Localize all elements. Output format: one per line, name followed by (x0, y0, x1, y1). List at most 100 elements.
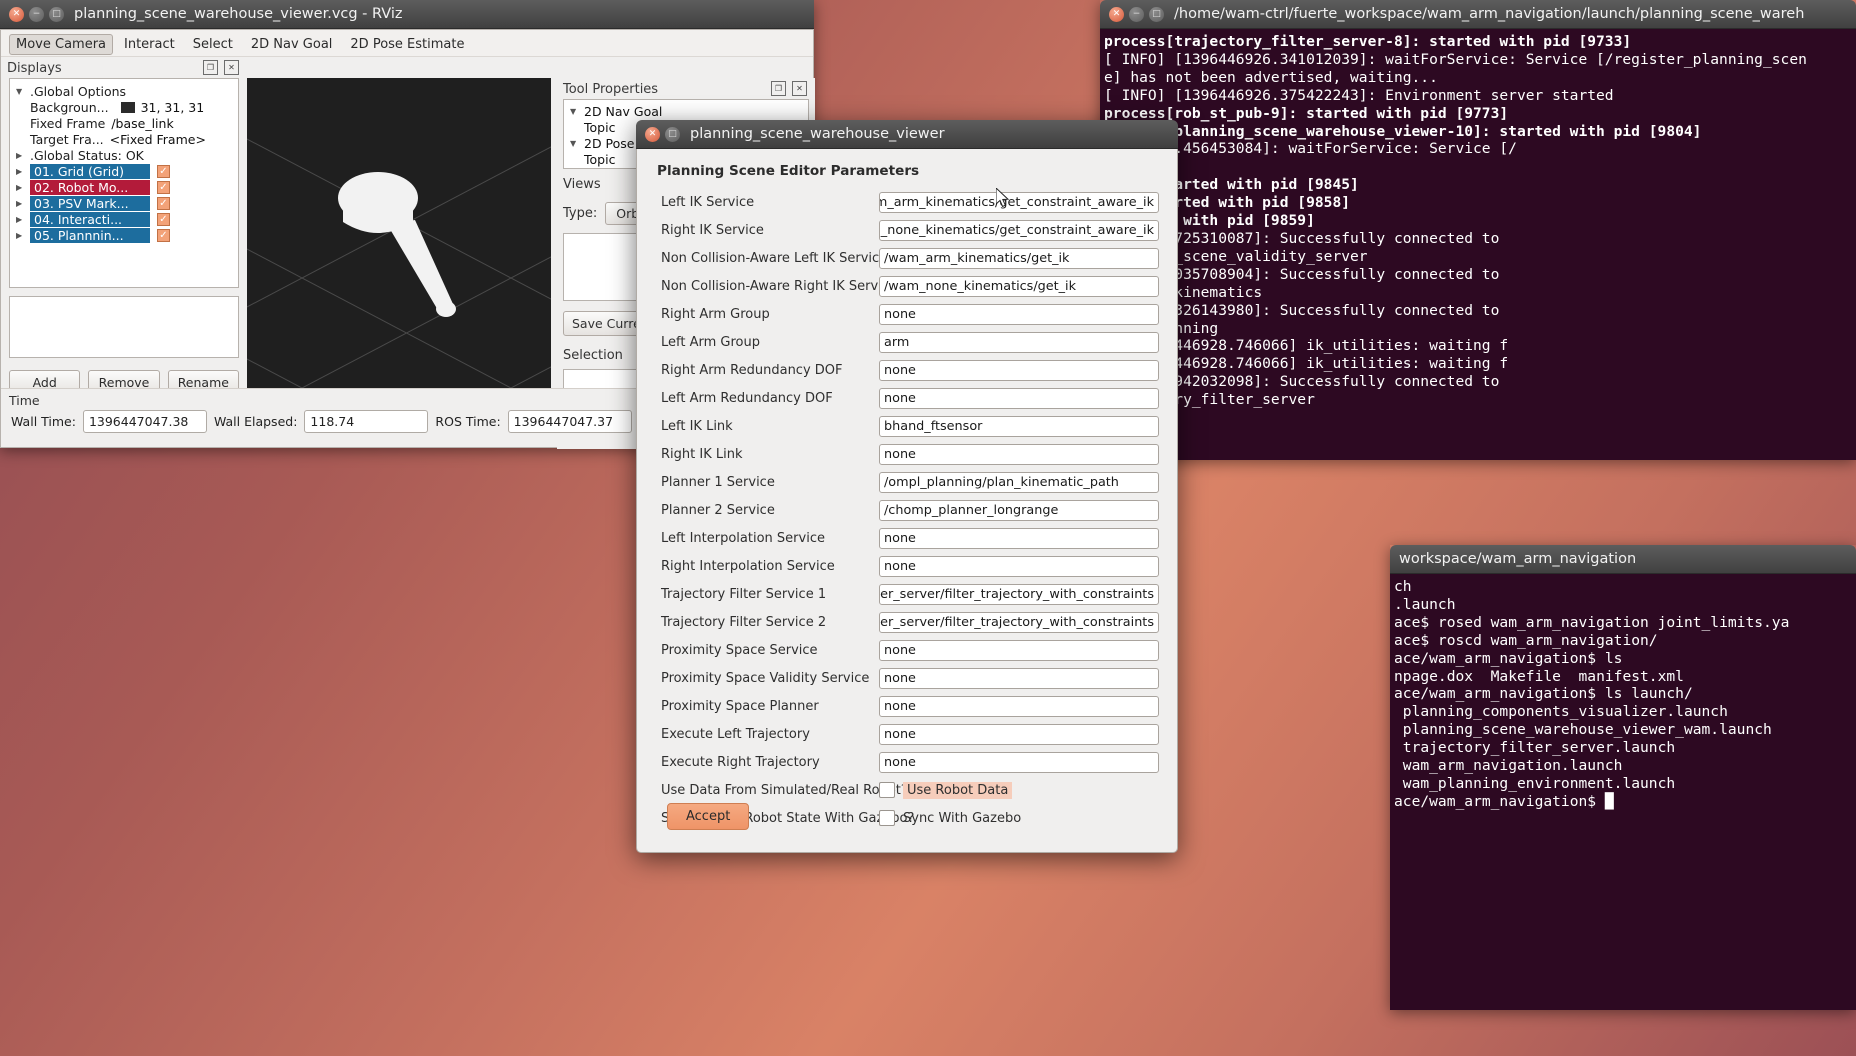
dialog-window-buttons: ✕ □ (645, 127, 680, 142)
expand-arrow-icon[interactable] (16, 87, 30, 96)
close-icon[interactable]: ✕ (645, 127, 660, 142)
tree-row[interactable]: 04. Interacti... ✓ (10, 211, 238, 227)
tool-2d-nav-goal[interactable]: 2D Nav Goal (244, 34, 340, 55)
dialog-body: Planning Scene Editor Parameters Left IK… (636, 149, 1178, 853)
tree-row[interactable]: .Global Options (10, 83, 238, 99)
minimize-icon[interactable]: − (29, 7, 44, 22)
minimize-icon[interactable]: − (1129, 7, 1144, 22)
displays-tree[interactable]: .Global Options Backgroun... 31, 31, 31 … (9, 78, 239, 288)
dialog-field-input[interactable]: none (879, 724, 1159, 745)
dialog-field-label: Non Collision-Aware Left IK Service (649, 251, 879, 266)
dialog-checkbox-text[interactable]: Use Robot Data (903, 782, 1012, 799)
dialog-field-input[interactable]: none (879, 304, 1159, 325)
dialog-checkbox-text[interactable]: Sync With Gazebo (903, 811, 1021, 826)
display-enabled-checkbox[interactable]: ✓ (157, 229, 170, 242)
expand-arrow-icon[interactable] (16, 167, 30, 176)
dialog-field-input[interactable]: none (879, 444, 1159, 465)
dialog-field-input[interactable]: none (879, 668, 1159, 689)
terminal-line: [ INFO] [1396446926.341012039]: waitForS… (1104, 51, 1854, 69)
tree-label: 01. Grid (Grid) (30, 164, 150, 179)
dialog-field-label: Right Interpolation Service (649, 559, 879, 574)
3d-viewport[interactable] (247, 78, 551, 420)
tool-interact[interactable]: Interact (117, 34, 182, 55)
dialog-field-input[interactable]: /wam_none_kinematics/get_constraint_awar… (879, 220, 1159, 241)
dialog-field-row: Right IK Linknone (649, 440, 1159, 468)
dialog-field-input[interactable]: /trajectory_filter_server/filter_traject… (879, 584, 1159, 605)
tree-value: <Fixed Frame> (110, 132, 206, 147)
expand-arrow-icon[interactable] (16, 151, 30, 160)
display-enabled-checkbox[interactable]: ✓ (157, 213, 170, 226)
tree-label: 04. Interacti... (30, 212, 150, 227)
expand-arrow-icon[interactable] (570, 139, 584, 148)
terminal-top-output[interactable]: process[trajectory_filter_server-8]: sta… (1100, 29, 1856, 460)
dialog-field-row: Right Arm Groupnone (649, 300, 1159, 328)
maximize-icon[interactable]: □ (49, 7, 64, 22)
expand-arrow-icon[interactable] (16, 231, 30, 240)
tree-row[interactable]: Target Fra... <Fixed Frame> (10, 131, 238, 147)
rviz-toolbar: Move Camera Interact Select 2D Nav Goal … (1, 30, 813, 57)
close-panel-icon[interactable]: ✕ (792, 81, 807, 96)
dialog-field-input[interactable]: none (879, 360, 1159, 381)
undock-icon[interactable]: ❐ (771, 81, 786, 96)
tool-select[interactable]: Select (186, 34, 240, 55)
tree-row[interactable]: 02. Robot Mo... ✓ (10, 179, 238, 195)
rviz-window-buttons: ✕ − □ (9, 7, 64, 22)
wall-elapsed-value[interactable]: 118.74 (304, 410, 428, 433)
terminal-line: ompl_planning (1104, 320, 1854, 338)
terminal-line: 5] [1396446928.746066] ik_utilities: wai… (1104, 355, 1854, 373)
tool-move-camera[interactable]: Move Camera (9, 34, 113, 55)
dialog-field-input[interactable]: /wam_arm_kinematics/get_constraint_aware… (879, 192, 1159, 213)
dialog-title: planning_scene_warehouse_viewer (690, 126, 945, 142)
tree-row[interactable]: Backgroun... 31, 31, 31 (10, 99, 238, 115)
maximize-icon[interactable]: □ (1149, 7, 1164, 22)
dialog-field-input[interactable]: arm (879, 332, 1159, 353)
expand-arrow-icon[interactable] (16, 183, 30, 192)
dialog-field-input[interactable]: /wam_arm_kinematics/get_ik (879, 248, 1159, 269)
dialog-checkbox[interactable] (879, 810, 895, 826)
terminal-line: 6446931.942032098]: Successfully connect… (1104, 373, 1854, 391)
ros-time-label: ROS Time: (435, 414, 500, 429)
tree-row[interactable]: 05. Plannnin... ✓ (10, 227, 238, 243)
undock-icon[interactable]: ❐ (203, 60, 218, 75)
close-icon[interactable]: ✕ (9, 7, 24, 22)
display-enabled-checkbox[interactable]: ✓ (157, 197, 170, 210)
tree-row[interactable]: Fixed Frame /base_link (10, 115, 238, 131)
view-type-label: Type: (563, 206, 597, 221)
dialog-field-input[interactable]: none (879, 640, 1159, 661)
dialog-field-row: Trajectory Filter Service 2/trajectory_f… (649, 608, 1159, 636)
tree-row[interactable]: 2D Nav Goal (564, 103, 808, 119)
maximize-icon[interactable]: □ (665, 127, 680, 142)
dialog-field-input[interactable]: none (879, 752, 1159, 773)
tree-row[interactable]: .Global Status: OK (10, 147, 238, 163)
dialog-field-input[interactable]: /chomp_planner_longrange (879, 500, 1159, 521)
dialog-field-label: Planner 1 Service (649, 475, 879, 490)
dialog-field-input[interactable]: /wam_none_kinematics/get_ik (879, 276, 1159, 297)
dialog-field-input[interactable]: none (879, 696, 1159, 717)
tree-label: Fixed Frame (30, 116, 105, 131)
dialog-field-input[interactable]: none (879, 528, 1159, 549)
dialog-checkbox[interactable] (879, 782, 895, 798)
expand-arrow-icon[interactable] (16, 215, 30, 224)
tree-row[interactable]: 03. PSV Mark... ✓ (10, 195, 238, 211)
close-panel-icon[interactable]: ✕ (224, 60, 239, 75)
dialog-field-row: Trajectory Filter Service 1/trajectory_f… (649, 580, 1159, 608)
accept-button[interactable]: Accept (667, 803, 749, 830)
expand-arrow-icon[interactable] (16, 199, 30, 208)
display-enabled-checkbox[interactable]: ✓ (157, 165, 170, 178)
tree-row[interactable]: 01. Grid (Grid) ✓ (10, 163, 238, 179)
expand-arrow-icon[interactable] (570, 107, 584, 116)
tool-2d-pose-estimate[interactable]: 2D Pose Estimate (343, 34, 471, 55)
terminal-line: ch (1394, 578, 1854, 596)
display-enabled-checkbox[interactable]: ✓ (157, 181, 170, 194)
displays-panel-label: Displays (1, 57, 62, 78)
ros-time-value[interactable]: 1396447047.37 (508, 410, 632, 433)
terminal-bottom-output[interactable]: ch.launchace$ rosed wam_arm_navigation j… (1390, 574, 1856, 1010)
dialog-field-input[interactable]: bhand_ftsensor (879, 416, 1159, 437)
close-icon[interactable]: ✕ (1109, 7, 1124, 22)
dialog-field-input[interactable]: none (879, 556, 1159, 577)
dialog-field-input[interactable]: /trajectory_filter_server/filter_traject… (879, 612, 1159, 633)
color-swatch[interactable] (121, 102, 135, 113)
dialog-field-input[interactable]: none (879, 388, 1159, 409)
dialog-field-input[interactable]: /ompl_planning/plan_kinematic_path (879, 472, 1159, 493)
wall-time-value[interactable]: 1396447047.38 (83, 410, 207, 433)
